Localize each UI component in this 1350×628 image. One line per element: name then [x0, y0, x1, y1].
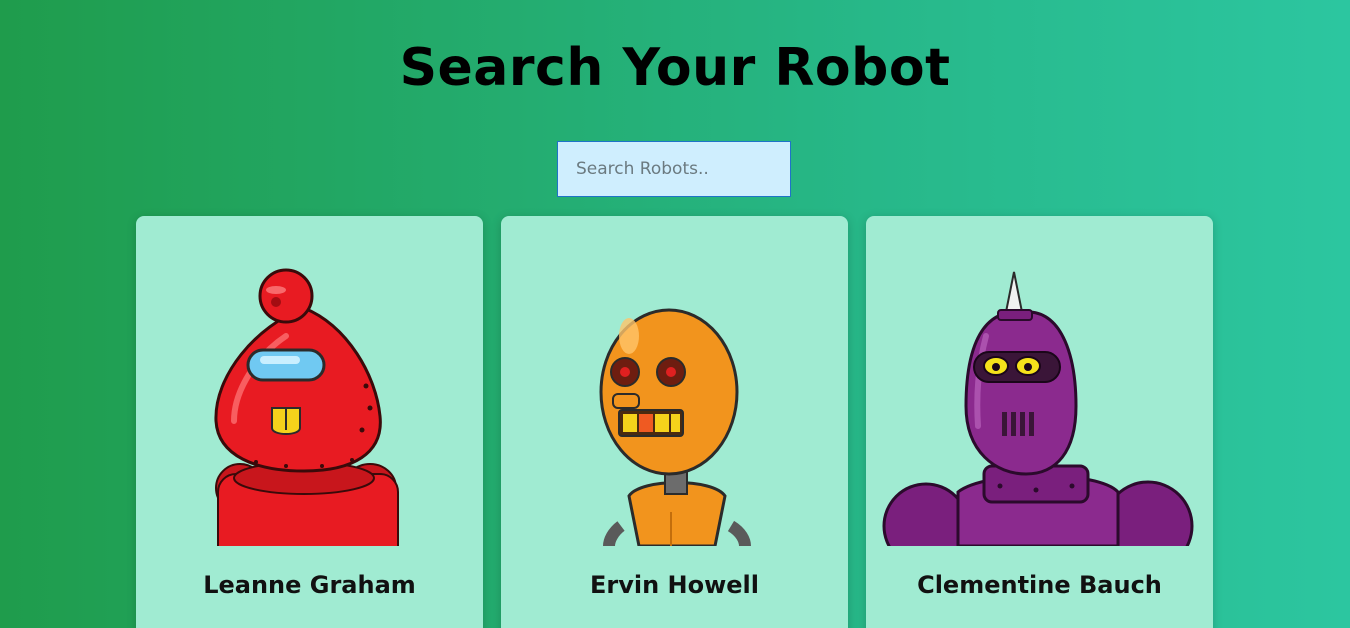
robot-image-orange: [599, 308, 751, 546]
robot-card[interactable]: Clementine Bauch: [866, 216, 1213, 628]
robot-card[interactable]: Ervin Howell: [501, 216, 848, 628]
robot-image-purple: [882, 271, 1194, 546]
search-input[interactable]: [557, 141, 791, 197]
robot-name: Clementine Bauch: [917, 571, 1162, 599]
robot-name: Leanne Graham: [203, 571, 416, 599]
page-title: Search Your Robot: [399, 38, 951, 98]
robot-card[interactable]: Leanne Graham: [136, 216, 483, 628]
robot-name: Ervin Howell: [589, 571, 760, 599]
robot-card-list: Leanne Graham Ervin Howell Clementine Ba…: [136, 216, 1213, 628]
robot-image-red: [214, 268, 399, 546]
